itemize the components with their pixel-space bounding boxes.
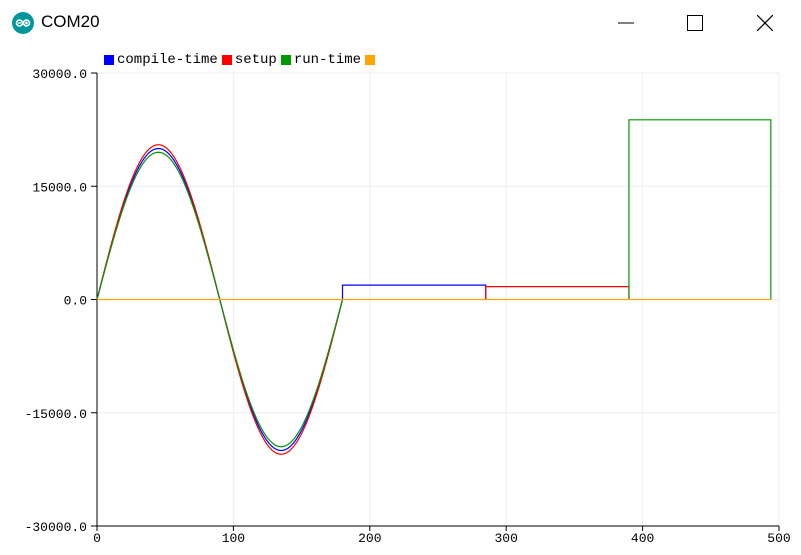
x-tick-label: 200 <box>358 531 381 546</box>
x-tick-label: 0 <box>93 531 101 546</box>
x-tick-label: 300 <box>494 531 517 546</box>
series-line <box>96 119 772 448</box>
y-tick-label: 0.0 <box>64 294 87 309</box>
x-tick-label: 500 <box>767 531 790 546</box>
y-tick-label: 30000.0 <box>32 67 87 82</box>
y-tick-label: 15000.0 <box>32 180 87 195</box>
y-tick-label: -30000.0 <box>25 520 87 535</box>
x-tick-label: 400 <box>631 531 654 546</box>
serial-plotter-chart: 30000.0 15000.0 0.0 -15000.0 -30000.0 0 100 200… <box>25 67 791 546</box>
x-tick-label: 100 <box>222 531 245 546</box>
y-tick-label: -15000.0 <box>25 407 87 422</box>
